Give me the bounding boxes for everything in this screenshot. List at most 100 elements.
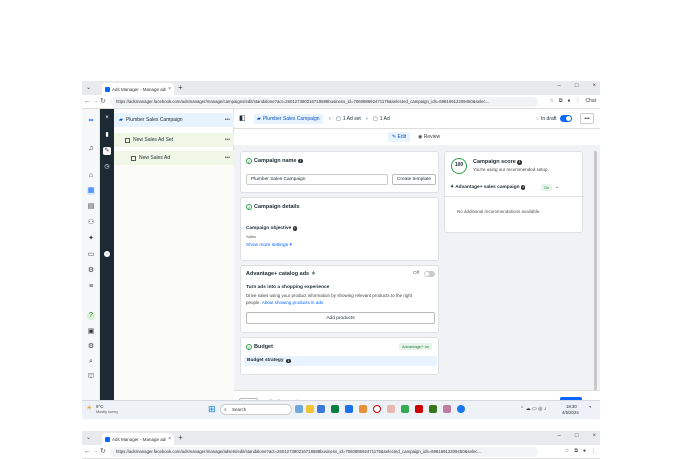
info-icon[interactable]: i xyxy=(517,160,522,165)
maximize-icon[interactable]: □ xyxy=(575,83,579,89)
chevron-down-icon[interactable]: ⌄ xyxy=(555,184,559,190)
info-icon[interactable]: i xyxy=(520,185,526,190)
forward-icon[interactable]: → xyxy=(92,97,99,106)
reload-icon[interactable]: ↻ xyxy=(100,447,106,456)
settings-icon[interactable]: ⋮ xyxy=(575,98,580,104)
campaign-on-toggle[interactable] xyxy=(560,115,572,122)
browser-tab[interactable]: Ads Manager - Manage ads - Ca × xyxy=(102,83,174,95)
show-more-settings-link[interactable]: Show more settings ▾ xyxy=(246,243,292,248)
review-tab[interactable]: ◉ Review xyxy=(418,132,440,142)
help-icon[interactable]: ? xyxy=(87,312,95,320)
history-icon[interactable]: ◷ xyxy=(103,163,111,171)
info-icon[interactable]: i xyxy=(292,226,298,231)
search-icon[interactable]: ⌕ xyxy=(87,358,95,366)
add-products-button[interactable]: Add products xyxy=(246,312,435,324)
taskbar-search[interactable]: ⌕ Search xyxy=(220,404,292,415)
minimize-icon[interactable]: – xyxy=(558,83,561,89)
more-icon[interactable]: ••• xyxy=(225,117,230,123)
tray-icons[interactable]: ⌃ ☁ ▭ ◎ ♪ xyxy=(520,406,546,412)
sidebar-toggle-icon[interactable]: ◧ xyxy=(239,114,246,124)
menu-icon[interactable]: ≡ xyxy=(87,283,95,291)
edge-icon[interactable] xyxy=(317,405,325,413)
window-close-icon[interactable]: × xyxy=(592,433,596,439)
campaigns-icon[interactable]: ▦ xyxy=(87,187,95,195)
ads-reporting-icon[interactable]: ▤ xyxy=(87,203,95,211)
browser-tab-2[interactable]: Ads Manager - Manage ads - Ad × xyxy=(102,433,174,445)
score-subtitle: You're using our recommended setup. xyxy=(473,167,549,172)
minimize-icon[interactable]: – xyxy=(558,433,561,439)
star-icon[interactable]: ☆ xyxy=(549,98,553,104)
info-icon[interactable]: i xyxy=(298,158,303,164)
collapse-icon[interactable]: › xyxy=(104,251,110,257)
notifications-icon[interactable]: ♫ xyxy=(87,145,95,153)
file-explorer-icon[interactable] xyxy=(306,405,314,413)
advantage-sales-row[interactable]: ✦ Advantage+ sales campaign i xyxy=(450,185,526,190)
new-tab-icon[interactable]: + xyxy=(178,83,183,93)
pencil-icon[interactable]: ✎ xyxy=(103,147,111,155)
budget-strategy-row[interactable]: Budget strategy i xyxy=(244,356,437,366)
info-icon[interactable]: i xyxy=(286,358,291,363)
settings-gear-icon[interactable]: ⚙ xyxy=(87,343,95,351)
reload-icon[interactable]: ↻ xyxy=(100,97,106,106)
close-tab-icon[interactable]: × xyxy=(168,436,171,442)
business-icon[interactable]: ⚙ xyxy=(87,267,95,275)
tab-list-icon[interactable]: ⌄ xyxy=(86,434,91,441)
photos-icon[interactable] xyxy=(359,405,367,413)
window-close-icon[interactable]: × xyxy=(592,83,596,89)
copilot-label[interactable]: Chat xyxy=(585,98,596,104)
scrollbar[interactable] xyxy=(594,151,597,391)
chrome-icon[interactable] xyxy=(401,405,409,413)
campaign-name-input[interactable]: Plumber Sales Campaign xyxy=(246,174,388,185)
catalog-toggle[interactable] xyxy=(424,271,435,277)
settings-icon[interactable]: ⋮ xyxy=(591,448,596,454)
tree-campaign[interactable]: ▰ Plumber Sales Campaign ••• xyxy=(114,113,234,127)
maximize-icon[interactable]: □ xyxy=(575,433,579,439)
facebook-icon[interactable] xyxy=(457,405,465,413)
more-options-button[interactable]: ••• xyxy=(580,113,594,124)
tree-ad-label: New Sales Ad xyxy=(139,155,171,161)
edge-browser-icon[interactable] xyxy=(331,405,339,413)
store-icon[interactable] xyxy=(345,405,353,413)
app-icon[interactable] xyxy=(387,405,395,413)
close-editor-icon[interactable]: × xyxy=(103,114,111,122)
star-icon[interactable]: ☆ xyxy=(565,448,569,454)
edit-tab[interactable]: ✎ Edit xyxy=(388,132,410,142)
new-tab-icon[interactable]: + xyxy=(178,433,183,443)
billing-icon[interactable]: ▭ xyxy=(87,251,95,259)
events-icon[interactable]: ✦ xyxy=(87,235,95,243)
url-field[interactable]: https://adsmanager.facebook.com/adsmanag… xyxy=(110,97,538,107)
app-red-icon[interactable] xyxy=(415,405,423,413)
catalog-about-link[interactable]: About showing products in ads xyxy=(262,300,323,305)
more-icon[interactable]: ••• xyxy=(225,137,230,143)
forward-icon[interactable]: → xyxy=(92,447,99,456)
breadcrumb-campaign[interactable]: ▰ Plumber Sales Campaign xyxy=(254,114,323,124)
weather-icon[interactable]: ☀ xyxy=(86,404,92,412)
excel-icon[interactable] xyxy=(429,405,437,413)
profile-icon[interactable]: ● xyxy=(583,448,586,454)
tree-adset[interactable]: New Sales Ad Set ••• xyxy=(114,133,234,147)
home-icon[interactable]: ⌂ xyxy=(87,172,95,180)
tree-ad[interactable]: New Sales Ad ••• xyxy=(114,151,234,165)
opera-icon[interactable] xyxy=(373,405,381,413)
create-template-button[interactable]: Create template xyxy=(392,174,436,185)
extensions-icon[interactable]: ⧉ xyxy=(574,448,578,454)
pages-icon[interactable]: ▣ xyxy=(87,328,95,336)
extensions-icon[interactable]: ⧉ xyxy=(559,98,563,104)
library-icon[interactable]: ⛫ xyxy=(87,373,95,381)
tab-list-icon[interactable]: ⌄ xyxy=(86,84,91,91)
notification-bell-icon[interactable]: ◔ xyxy=(588,405,592,411)
close-tab-icon[interactable]: × xyxy=(168,86,171,92)
back-icon[interactable]: ← xyxy=(84,447,91,456)
meta-logo-icon[interactable]: ∞ xyxy=(87,117,95,125)
chart-icon[interactable]: ▮ xyxy=(103,131,111,139)
task-view-icon[interactable] xyxy=(295,405,303,413)
more-icon[interactable]: ••• xyxy=(225,155,230,161)
windows-start-icon[interactable]: ⊞ xyxy=(208,404,216,414)
profile-icon[interactable]: ● xyxy=(567,98,570,104)
app-pink-icon[interactable] xyxy=(443,405,451,413)
breadcrumb-adset[interactable]: ▢ 1 Ad set xyxy=(336,114,361,124)
audiences-icon[interactable]: ⚇ xyxy=(87,219,95,227)
url-field-2[interactable]: https://adsmanager.facebook.com/adsmanag… xyxy=(110,447,538,457)
breadcrumb-ad[interactable]: ▢ 1 Ad xyxy=(373,114,390,124)
back-icon[interactable]: ← xyxy=(84,97,91,106)
